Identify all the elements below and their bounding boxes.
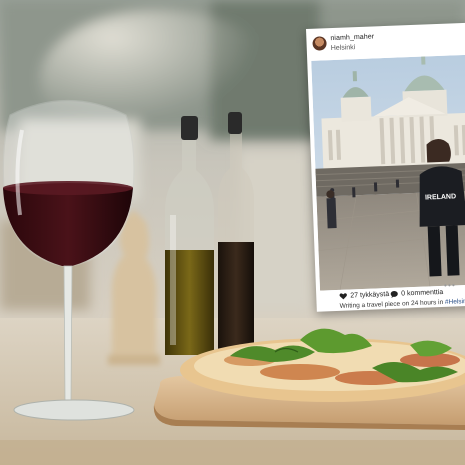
shirt-print: IRELAND <box>425 193 456 201</box>
hashtag-link[interactable]: #Helsinki <box>445 298 465 306</box>
comments-label: 0 kommenttia <box>401 288 444 298</box>
likes-label: 27 tykkäystä <box>350 291 390 300</box>
avatar[interactable] <box>312 36 327 51</box>
likes-count[interactable]: 27 tykkäystä <box>339 291 389 300</box>
username[interactable]: niamh_maher <box>330 33 374 42</box>
post-photo: IRELAND <box>311 54 465 291</box>
heart-icon[interactable] <box>339 293 347 300</box>
instagram-post: niamh_maher Helsinki IRELAND ●●● 27 tykk… <box>306 22 465 312</box>
comments-count[interactable]: 0 kommenttia <box>390 289 443 298</box>
carousel-dots: ●●● <box>443 282 457 289</box>
comment-bubble-icon[interactable] <box>390 290 398 298</box>
table-edge <box>0 440 465 465</box>
location[interactable]: Helsinki <box>331 44 356 52</box>
